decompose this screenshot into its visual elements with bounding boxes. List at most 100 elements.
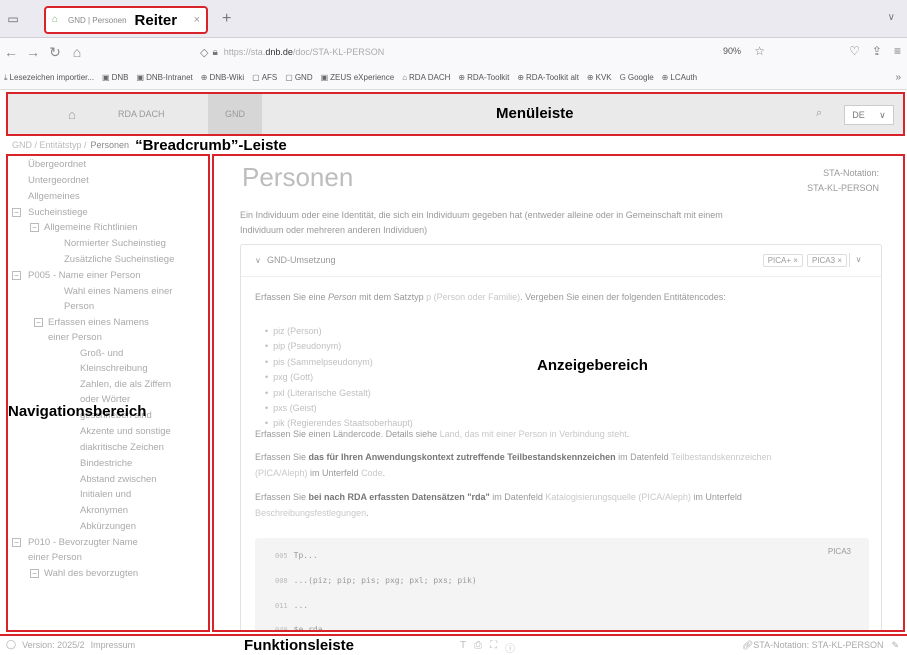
sidebar-item[interactable]: Akronymen [80, 503, 128, 518]
sidebar-item[interactable]: Allgemeine Richtlinien [44, 220, 137, 235]
bookmark-item[interactable]: ⊕ RDA-Toolkit alt [517, 73, 579, 82]
sidebar-item[interactable]: Wahl des bevorzugten [44, 566, 138, 581]
panel-header[interactable]: ∨ GND-Umsetzung PICA+ × PICA3 × ∨ [241, 245, 881, 277]
bookmark-icon: ⤓ [4, 72, 8, 82]
impressum-link[interactable]: Impressum [91, 640, 136, 650]
menu-icon[interactable]: ≡ [894, 44, 901, 58]
field-value: $e rda [293, 625, 323, 632]
sidebar-item[interactable]: P010 - Bevorzugter Name [28, 535, 138, 550]
menu-item-rda-dach[interactable]: RDA DACH [118, 109, 165, 119]
sidebar-item[interactable]: Übergeordnet [28, 157, 86, 172]
sidebar-item[interactable]: Erfassen eines Namens [48, 315, 149, 330]
sidebar-item[interactable]: Akzente und sonstige [80, 424, 171, 439]
chevron-down-icon[interactable]: ∨ [888, 12, 895, 23]
github-icon[interactable]: ◯ [6, 639, 16, 650]
list-item[interactable]: pxg (Gott) [265, 370, 413, 385]
link[interactable]: Code [361, 468, 383, 478]
collapse-icon[interactable]: − [30, 569, 39, 578]
collapse-icon[interactable]: − [30, 223, 39, 232]
search-icon[interactable]: ⌕ [816, 107, 822, 120]
sidebar-item[interactable]: Abkürzungen [80, 519, 136, 534]
sidebar-item[interactable]: Zusätzliche Sucheinstiege [64, 252, 174, 267]
lock-icon[interactable]: 🔒︎ [212, 47, 217, 58]
url-text[interactable]: https://sta.dnb.de/doc/STA-KL-PERSON [224, 47, 384, 57]
bookmark-item[interactable]: ⤓ Lesezeichen importier... [4, 73, 94, 83]
sidebar-item[interactable]: Zahlen, die als Ziffern [80, 377, 171, 392]
share-icon[interactable]: ⇪ [872, 44, 882, 58]
zoom-level[interactable]: 90% [723, 46, 741, 56]
pocket-icon[interactable]: ♡ [849, 44, 860, 58]
chevron-right-icon[interactable]: » [895, 72, 901, 83]
bookmark-label: RDA-Toolkit [467, 73, 510, 82]
sidebar-item[interactable]: Abstand zwischen [80, 472, 157, 487]
sidebar-item[interactable]: diakritische Zeichen [80, 440, 164, 455]
format-tag[interactable]: PICA3 × [806, 254, 847, 267]
new-tab-button[interactable]: + [222, 10, 231, 28]
sidebar-item[interactable]: einer Person [48, 330, 102, 345]
star-icon[interactable]: ☆ [754, 44, 765, 58]
bookmark-item[interactable]: G Google [620, 73, 654, 82]
sidebar-item[interactable]: Bindestriche [80, 456, 132, 471]
tab-list-icon[interactable]: ▭ [6, 12, 20, 26]
collapse-icon[interactable]: − [12, 208, 21, 217]
close-icon[interactable]: × [194, 14, 200, 26]
bookmark-item[interactable]: ⊕ RDA-Toolkit [458, 73, 509, 82]
bookmark-item[interactable]: ⊕ LCAuth [662, 73, 697, 82]
paragraph: Erfassen Sie das für Ihren Anwendungskon… [255, 452, 772, 478]
sidebar-item[interactable]: Normierter Sucheinstieg [64, 236, 166, 251]
link[interactable]: Beschreibungsfestlegungen [255, 508, 366, 518]
sidebar-item[interactable]: Allgemeines [28, 189, 80, 204]
sidebar-item[interactable]: P005 - Name einer Person [28, 268, 140, 283]
sidebar-item[interactable]: Untergeordnet [28, 173, 89, 188]
bookmark-icon: ▣ [320, 73, 329, 82]
edit-icon[interactable]: ✎ [891, 640, 899, 651]
bookmark-item[interactable]: ▣ ZEUS eXperience [321, 73, 395, 82]
collapse-icon[interactable]: − [12, 271, 21, 280]
browser-tab[interactable]: ⌂ GND | Personen Reiter × [44, 6, 208, 34]
list-item[interactable]: piz (Person) [265, 324, 413, 339]
fullscreen-icon[interactable]: ⛶ [490, 640, 497, 655]
link[interactable]: (PICA/Aleph) [255, 468, 308, 478]
print-icon[interactable]: ⎙ [474, 640, 482, 655]
back-icon[interactable]: ← [0, 44, 22, 60]
collapse-icon[interactable]: − [12, 538, 21, 547]
bookmark-item[interactable]: ▣ DNB-Intranet [137, 73, 193, 82]
list-item[interactable]: pxl (Literarische Gestalt) [265, 386, 413, 401]
sidebar-item[interactable]: einer Person [28, 550, 82, 565]
link[interactable]: Teilbestandskennzeichen [671, 452, 772, 462]
link[interactable]: Katalogisierungsquelle (PICA/Aleph) [545, 492, 691, 502]
info-icon[interactable]: ⓘ [505, 640, 515, 655]
home-icon[interactable]: ⌂ [66, 44, 88, 60]
list-item[interactable]: pxs (Geist) [265, 401, 413, 416]
sidebar-item[interactable]: Initialen und [80, 487, 131, 502]
sidebar-item[interactable]: Person [64, 299, 94, 314]
breadcrumb-path[interactable]: GND / Entitätstyp / [12, 140, 87, 150]
bookmark-item[interactable]: ⊕ DNB-Wiki [201, 73, 244, 82]
link[interactable]: Land, das mit einer Person in Verbindung… [440, 429, 627, 439]
format-tag[interactable]: PICA+ × [762, 254, 803, 267]
list-item[interactable]: pip (Pseudonym) [265, 339, 413, 354]
bookmark-item[interactable]: ⌂ RDA DACH [402, 73, 450, 82]
bookmark-item[interactable]: ▢ AFS [252, 73, 277, 82]
forward-icon[interactable]: → [22, 44, 44, 60]
url-bar[interactable]: ◇ 🔒︎ https://sta.dnb.de/doc/STA-KL-PERSO… [200, 42, 765, 62]
sta-notation-link[interactable]: 🔗︎STA-Notation: STA-KL-PERSON [742, 640, 884, 651]
list-item[interactable]: pis (Sammelpseudonym) [265, 355, 413, 370]
sidebar-item[interactable]: Wahl eines Namens einer [64, 284, 172, 299]
sidebar-item[interactable]: Groß- und [80, 346, 123, 361]
format-dropdown[interactable]: ∨ [849, 253, 867, 267]
menu-item-gnd[interactable]: GND [208, 94, 262, 134]
home-icon[interactable]: ⌂ [68, 107, 76, 122]
language-select[interactable]: DE ∨ [844, 105, 894, 125]
shield-icon[interactable]: ◇ [200, 46, 208, 59]
sidebar-item[interactable]: Sucheinstiege [28, 205, 88, 220]
bookmark-item[interactable]: ▢ GND [285, 73, 312, 82]
collapse-icon[interactable]: − [34, 318, 43, 327]
bookmark-item[interactable]: ⊕ KVK [587, 73, 612, 82]
sidebar-item[interactable]: Kleinschreibung [80, 361, 148, 376]
reload-icon[interactable]: ↻ [44, 44, 66, 61]
bookmark-item[interactable]: ▣ DNB [102, 73, 128, 82]
chevron-down-icon[interactable]: ∨ [255, 256, 261, 265]
link[interactable]: p (Person oder Familie) [426, 292, 520, 302]
font-size-icon[interactable]: T [460, 640, 466, 655]
